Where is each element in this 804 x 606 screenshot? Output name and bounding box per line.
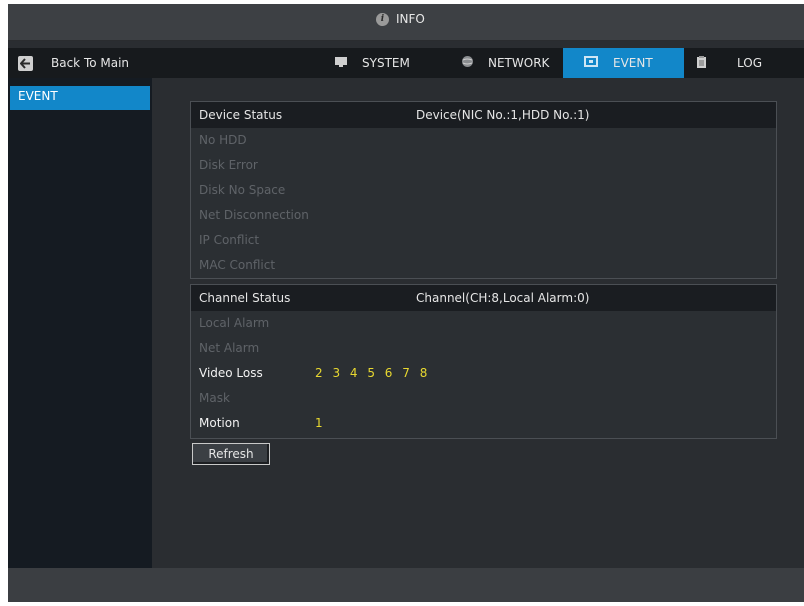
tab-network[interactable]: NETWORK (445, 48, 563, 78)
motion-channels: 1 (315, 416, 324, 430)
refresh-button[interactable]: Refresh (192, 443, 270, 465)
status-row-disk-no-space: Disk No Space (191, 178, 776, 203)
channel-status-title: Channel Status (199, 291, 291, 305)
tab-event-label: EVENT (613, 56, 653, 70)
clipboard-icon (696, 55, 707, 72)
tab-event[interactable]: EVENT (563, 48, 684, 78)
status-row-label: Local Alarm (199, 316, 270, 330)
sidebar-item-event[interactable]: EVENT (10, 86, 150, 110)
channel-status-panel: Channel Status Channel(CH:8,Local Alarm:… (190, 284, 777, 439)
status-row-label: Mask (199, 391, 230, 405)
status-row-label: Disk Error (199, 158, 258, 172)
title-bar: i INFO (8, 4, 804, 41)
main-toolbar: Back To Main SYSTEM NETWORK EVENT LOG (8, 48, 804, 78)
main-content: Device Status Device(NIC No.:1,HDD No.:1… (152, 78, 804, 568)
status-row-mask: Mask (191, 386, 776, 411)
status-row-video-loss: Video Loss 2 3 4 5 6 7 8 (191, 361, 776, 386)
status-row-label: Net Disconnection (199, 208, 309, 222)
event-icon (583, 55, 599, 71)
tab-log-label: LOG (737, 56, 763, 70)
status-row-label: Disk No Space (199, 183, 286, 197)
device-status-header: Device Status Device(NIC No.:1,HDD No.:1… (191, 102, 776, 128)
monitor-icon (334, 56, 348, 71)
status-row-label: IP Conflict (199, 233, 260, 247)
status-row-ip-conflict: IP Conflict (191, 228, 776, 253)
window-title: i INFO (376, 4, 425, 34)
device-status-title: Device Status (199, 108, 283, 122)
status-row-motion: Motion 1 (191, 411, 776, 436)
device-status-panel: Device Status Device(NIC No.:1,HDD No.:1… (190, 101, 777, 279)
tab-network-label: NETWORK (488, 56, 550, 70)
status-row-mac-conflict: MAC Conflict (191, 253, 776, 278)
status-row-local-alarm: Local Alarm (191, 311, 776, 336)
status-row-disk-error: Disk Error (191, 153, 776, 178)
status-row-label: Motion (199, 416, 240, 430)
video-loss-channels: 2 3 4 5 6 7 8 (315, 366, 428, 380)
status-row-label: No HDD (199, 133, 247, 147)
sidebar: EVENT (8, 78, 152, 568)
globe-icon (461, 55, 474, 71)
tab-system-label: SYSTEM (362, 56, 410, 70)
status-row-no-hdd: No HDD (191, 128, 776, 153)
window-title-text: INFO (396, 12, 425, 26)
info-icon: i (376, 12, 389, 26)
sidebar-item-label: EVENT (18, 89, 58, 103)
status-row-net-alarm: Net Alarm (191, 336, 776, 361)
status-row-label: Net Alarm (199, 341, 260, 355)
back-arrow-icon (18, 55, 33, 71)
status-bar (8, 568, 804, 602)
app-window: i INFO Back To Main SYSTEM NETWORK EVENT… (8, 4, 804, 602)
back-to-main-label: Back To Main (51, 56, 130, 70)
device-summary: Device(NIC No.:1,HDD No.:1) (416, 108, 590, 122)
back-to-main-button[interactable]: Back To Main (18, 53, 129, 73)
status-row-label: MAC Conflict (199, 258, 276, 272)
status-row-label: Video Loss (199, 366, 263, 380)
channel-summary: Channel(CH:8,Local Alarm:0) (416, 291, 590, 305)
tab-system[interactable]: SYSTEM (320, 48, 442, 78)
tab-log[interactable]: LOG (696, 48, 796, 78)
status-row-net-disconnection: Net Disconnection (191, 203, 776, 228)
channel-status-header: Channel Status Channel(CH:8,Local Alarm:… (191, 285, 776, 311)
